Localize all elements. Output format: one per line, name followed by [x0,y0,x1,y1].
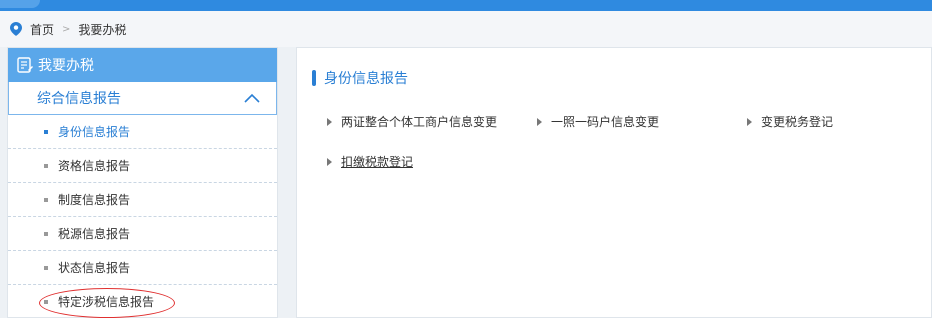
sidebar-item-specific-tax-report[interactable]: 特定涉税信息报告 [8,285,277,318]
bullet-icon [44,197,48,202]
sidebar-item-identity-report[interactable]: 身份信息报告 [8,115,277,149]
link-two-cert-individual-change[interactable]: 两证整合个体工商户信息变更 [327,113,497,130]
caret-right-icon [537,117,542,126]
caret-right-icon [747,117,752,126]
section-title-label: 身份信息报告 [324,71,408,87]
caret-right-icon [327,117,332,126]
highlight-annotation [39,288,175,318]
bullet-icon [44,129,48,134]
breadcrumb-home-link[interactable]: 首页 [30,21,54,38]
sidebar-item-label: 制度信息报告 [58,193,131,207]
link-change-tax-registration[interactable]: 变更税务登记 [747,113,833,130]
chevron-up-icon[interactable] [244,93,260,103]
sidebar-item-tax-source-report[interactable]: 税源信息报告 [8,217,277,251]
sidebar-item-qualification-report[interactable]: 资格信息报告 [8,149,277,183]
link-label: 变更税务登记 [761,115,834,129]
location-pin-icon [10,22,22,36]
document-edit-icon [17,57,33,73]
bullet-icon [44,163,48,168]
breadcrumb: 首页 > 我要办税 [0,11,932,47]
link-label: 扣缴税款登记 [341,155,414,169]
bullet-icon [44,265,48,270]
sidebar-group-comprehensive-report[interactable]: 综合信息报告 [8,82,277,115]
sidebar-item-status-report[interactable]: 状态信息报告 [8,251,277,285]
sidebar-header: 我要办税 [8,48,277,82]
sidebar-item-system-report[interactable]: 制度信息报告 [8,183,277,217]
sidebar-item-label: 税源信息报告 [58,227,131,241]
logo-fragment [0,0,40,8]
breadcrumb-current: 我要办税 [78,22,127,37]
bullet-icon [44,231,48,236]
caret-right-icon [327,157,332,166]
sidebar: 我要办税 综合信息报告 身份信息报告 资格信息报告 制度信息报告 税源信息报告 … [7,47,278,318]
sidebar-item-label: 状态信息报告 [58,261,131,275]
link-one-license-one-code-change[interactable]: 一照一码户信息变更 [537,113,659,130]
section-title: 身份信息报告 [312,68,408,88]
link-withholding-registration[interactable]: 扣缴税款登记 [327,153,413,170]
main-panel: 身份信息报告 两证整合个体工商户信息变更 一照一码户信息变更 变更税务登记 扣缴… [296,47,932,318]
sidebar-item-label: 资格信息报告 [58,159,131,173]
link-label: 两证整合个体工商户信息变更 [341,115,498,129]
sidebar-item-label: 身份信息报告 [58,125,131,139]
sidebar-header-label: 我要办税 [38,58,94,74]
sidebar-group-label: 综合信息报告 [37,91,121,107]
link-label: 一照一码户信息变更 [551,115,660,129]
breadcrumb-separator: > [62,23,71,35]
title-accent-bar [312,70,316,86]
top-banner [0,0,932,11]
